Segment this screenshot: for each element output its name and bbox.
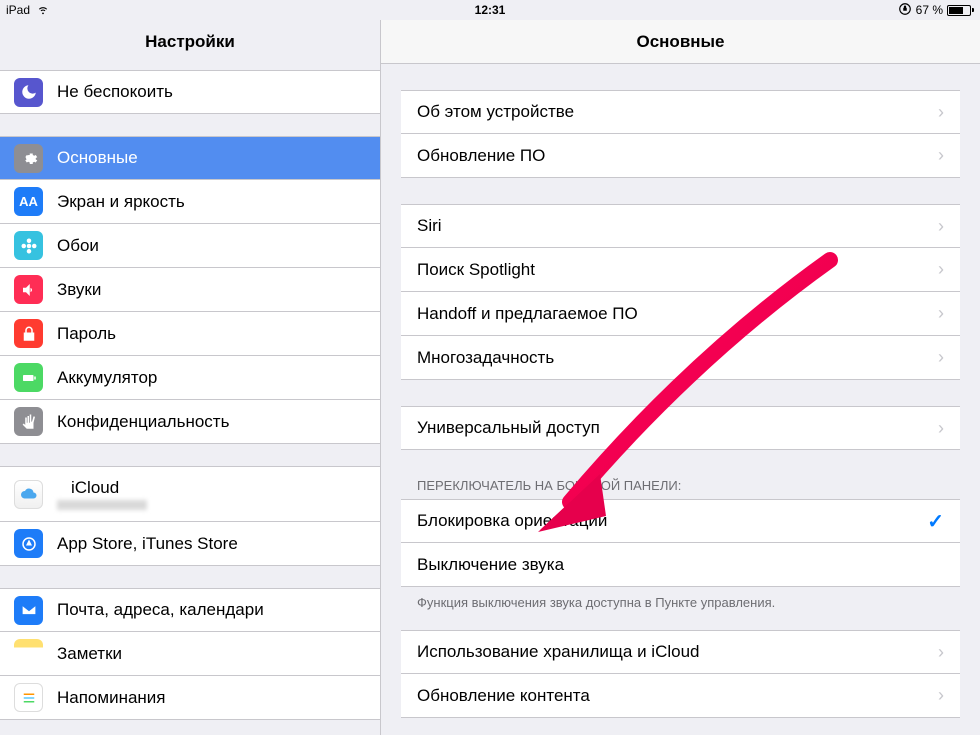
sidebar-item-mail[interactable]: Почта, адреса, календари xyxy=(0,588,380,632)
battery-percentage: 67 % xyxy=(916,3,943,17)
sidebar-item-wallpaper[interactable]: Обои xyxy=(0,224,380,268)
hand-icon xyxy=(14,407,43,436)
sidebar-item-battery[interactable]: Аккумулятор xyxy=(0,356,380,400)
row-lock-rotation[interactable]: Блокировка ориентации ✓ xyxy=(401,499,960,543)
sidebar-item-notes[interactable]: Заметки xyxy=(0,632,380,676)
row-multitasking[interactable]: Многозадачность › xyxy=(401,336,960,380)
row-spotlight[interactable]: Поиск Spotlight › xyxy=(401,248,960,292)
sidebar-item-do-not-disturb[interactable]: Не беспокоить xyxy=(0,70,380,114)
chevron-right-icon: › xyxy=(938,145,944,166)
sidebar-item-privacy[interactable]: Конфиденциальность xyxy=(0,400,380,444)
device-label: iPad xyxy=(6,3,30,17)
chevron-right-icon: › xyxy=(938,642,944,663)
status-bar: iPad 12:31 67 % xyxy=(0,0,980,20)
row-siri[interactable]: Siri › xyxy=(401,204,960,248)
sidebar-item-reminders[interactable]: Напоминания xyxy=(0,676,380,720)
sidebar-item-label: Не беспокоить xyxy=(57,82,173,102)
sidebar-item-label: Заметки xyxy=(57,644,122,664)
icloud-account-blur xyxy=(57,500,147,510)
sidebar-item-label: App Store, iTunes Store xyxy=(57,534,238,554)
chevron-right-icon: › xyxy=(938,303,944,324)
sidebar-item-general[interactable]: Основные xyxy=(0,136,380,180)
row-label: Многозадачность xyxy=(417,348,938,368)
sidebar-item-label: Обои xyxy=(57,236,99,256)
sidebar-item-sounds[interactable]: Звуки xyxy=(0,268,380,312)
side-switch-header: Переключатель на боковой панели: xyxy=(401,472,960,499)
sidebar-item-label: iCloud xyxy=(71,478,147,498)
row-label: Об этом устройстве xyxy=(417,102,938,122)
row-software-update[interactable]: Обновление ПО › xyxy=(401,134,960,178)
chevron-right-icon: › xyxy=(938,259,944,280)
row-label: Блокировка ориентации xyxy=(417,511,927,531)
side-switch-footer: Функция выключения звука доступна в Пунк… xyxy=(401,587,960,618)
sidebar-item-label: Почта, адреса, календари xyxy=(57,600,264,620)
sidebar-item-label: Конфиденциальность xyxy=(57,412,229,432)
status-time: 12:31 xyxy=(475,3,506,17)
chevron-right-icon: › xyxy=(938,685,944,706)
row-label: Обновление контента xyxy=(417,686,938,706)
gear-icon xyxy=(14,144,43,173)
sidebar-item-label: Пароль xyxy=(57,324,116,344)
wifi-icon xyxy=(36,2,50,19)
row-mute[interactable]: Выключение звука xyxy=(401,543,960,587)
mail-icon xyxy=(14,596,43,625)
cloud-icon xyxy=(14,480,43,509)
battery-icon xyxy=(947,5,974,16)
sidebar-title: Настройки xyxy=(0,20,380,64)
aa-icon: AA xyxy=(14,187,43,216)
sidebar-item-label: Напоминания xyxy=(57,688,166,708)
row-accessibility[interactable]: Универсальный доступ › xyxy=(401,406,960,450)
sidebar-item-label: Звуки xyxy=(57,280,101,300)
reminders-icon xyxy=(14,683,43,712)
appstore-icon xyxy=(14,529,43,558)
row-background-refresh[interactable]: Обновление контента › xyxy=(401,674,960,718)
row-label: Siri xyxy=(417,216,938,236)
row-handoff[interactable]: Handoff и предлагаемое ПО › xyxy=(401,292,960,336)
chevron-right-icon: › xyxy=(938,102,944,123)
chevron-right-icon: › xyxy=(938,347,944,368)
sidebar-item-passcode[interactable]: Пароль xyxy=(0,312,380,356)
sidebar: Настройки Не беспокоить Основные AA Экра… xyxy=(0,20,381,735)
row-label: Поиск Spotlight xyxy=(417,260,938,280)
sidebar-item-display[interactable]: AA Экран и яркость xyxy=(0,180,380,224)
content-title: Основные xyxy=(381,20,980,64)
sidebar-item-label: Аккумулятор xyxy=(57,368,157,388)
row-label: Выключение звука xyxy=(417,555,944,575)
sidebar-item-label: Экран и яркость xyxy=(57,192,185,212)
row-storage[interactable]: Использование хранилища и iCloud › xyxy=(401,630,960,674)
row-label: Обновление ПО xyxy=(417,146,938,166)
content-pane: Основные Об этом устройстве › Обновление… xyxy=(381,20,980,735)
row-label: Использование хранилища и iCloud xyxy=(417,642,938,662)
flower-icon xyxy=(14,231,43,260)
lock-icon xyxy=(14,319,43,348)
checkmark-icon: ✓ xyxy=(927,509,944,534)
moon-icon xyxy=(14,78,43,107)
sidebar-item-appstore[interactable]: App Store, iTunes Store xyxy=(0,522,380,566)
notes-icon xyxy=(14,639,43,668)
speaker-icon xyxy=(14,275,43,304)
row-label: Handoff и предлагаемое ПО xyxy=(417,304,938,324)
chevron-right-icon: › xyxy=(938,418,944,439)
sidebar-item-label: Основные xyxy=(57,148,138,168)
row-about[interactable]: Об этом устройстве › xyxy=(401,90,960,134)
chevron-right-icon: › xyxy=(938,216,944,237)
sidebar-item-icloud[interactable]: iCloud xyxy=(0,466,380,522)
orientation-lock-icon xyxy=(898,2,912,19)
battery-icon xyxy=(14,363,43,392)
row-label: Универсальный доступ xyxy=(417,418,938,438)
